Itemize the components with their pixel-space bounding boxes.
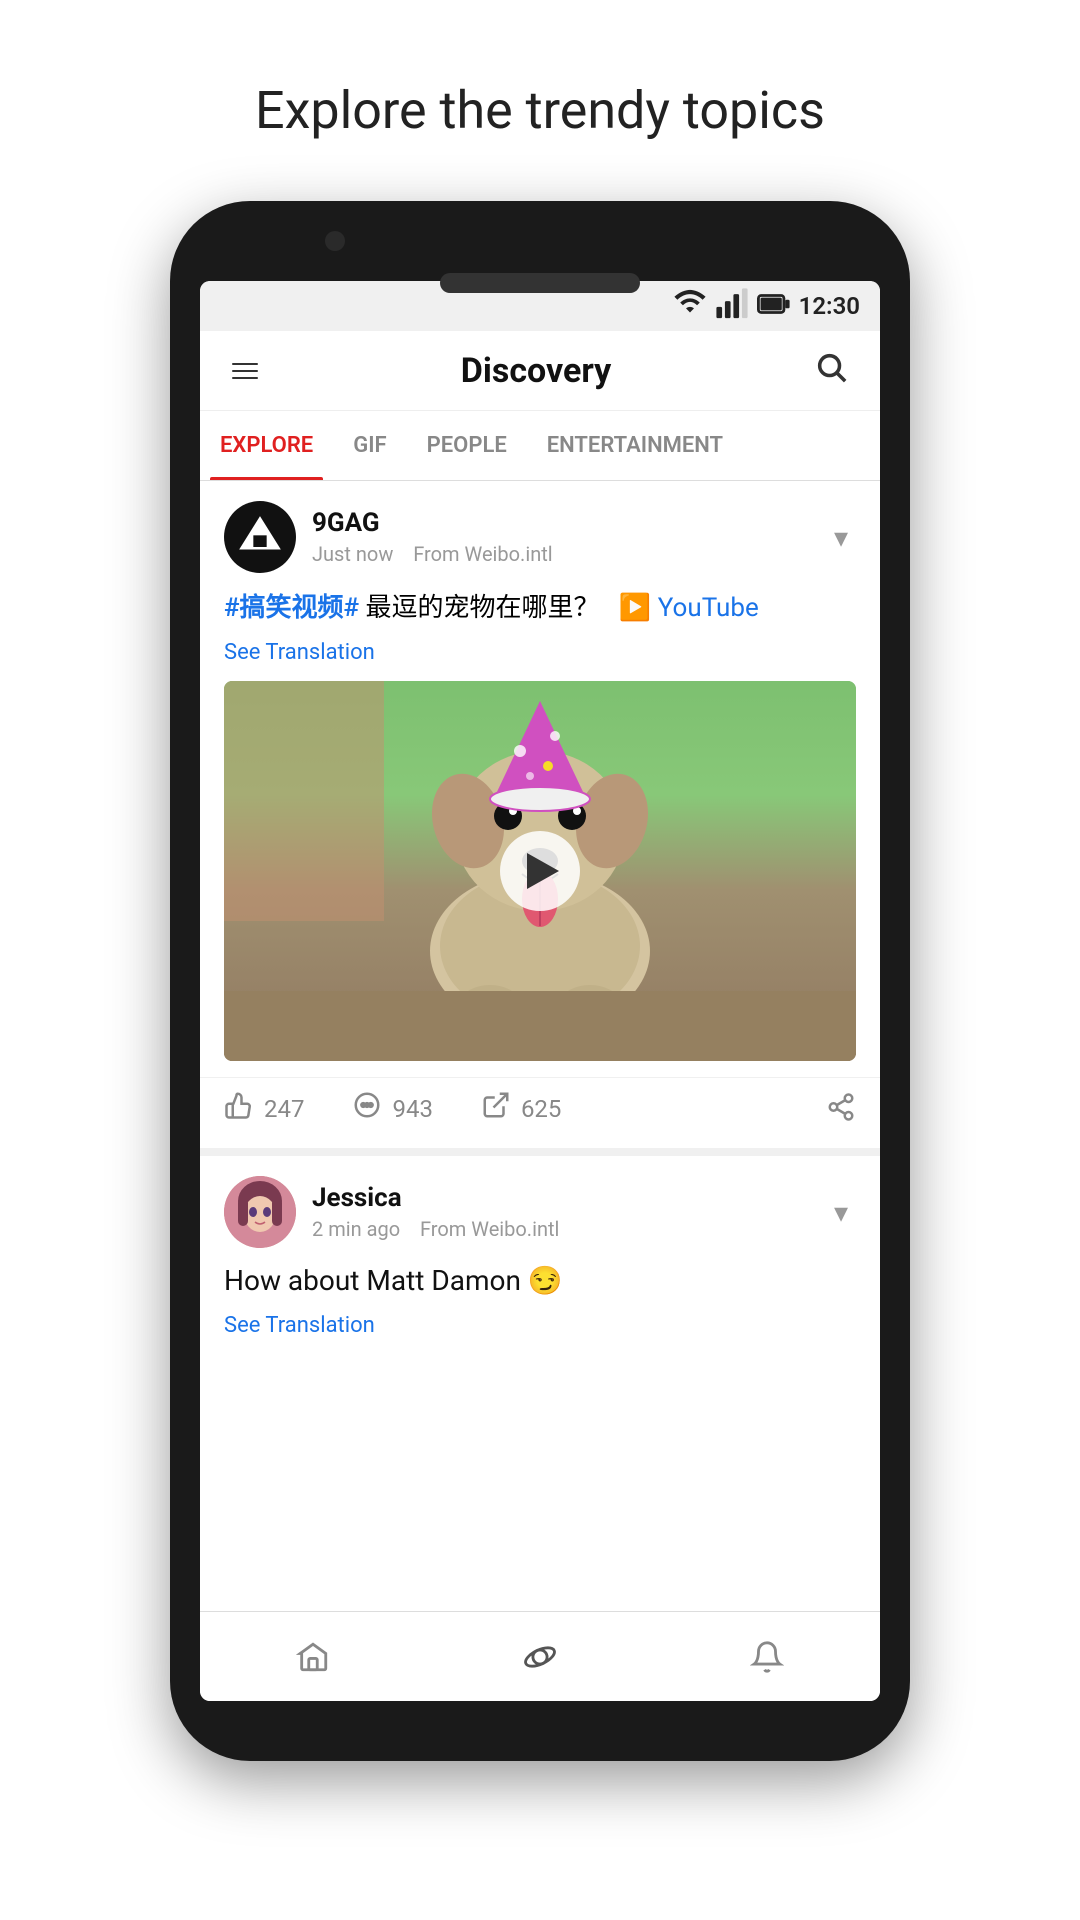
nav-discover[interactable] bbox=[493, 1630, 587, 1684]
like-icon bbox=[224, 1090, 254, 1128]
tab-bar: EXPLORE GIF PEOPLE ENTERTAINMENT bbox=[200, 411, 880, 481]
username-jessica: Jessica bbox=[312, 1183, 826, 1213]
post-source-jessica: From Weibo.intl bbox=[420, 1217, 559, 1241]
post-text-jessica: How about Matt Damon 😏 bbox=[200, 1264, 880, 1313]
phone-screen: 12:30 Discovery EXPLORE GIF PEOPLE E bbox=[200, 281, 880, 1701]
chevron-down-jessica[interactable]: ▾ bbox=[826, 1188, 856, 1237]
wifi-icon bbox=[673, 287, 707, 325]
status-time: 12:30 bbox=[799, 292, 860, 320]
planet-icon bbox=[523, 1640, 557, 1674]
menu-line-1 bbox=[232, 363, 258, 365]
post-text-9gag: #搞笑视频# 最逗的宠物在哪里？ ▶️ YouTube bbox=[200, 589, 880, 640]
comment-count: 943 bbox=[392, 1095, 432, 1123]
phone-speaker bbox=[440, 273, 640, 293]
post-source-9gag: From Weibo.intl bbox=[413, 542, 552, 566]
status-icons: 12:30 bbox=[673, 287, 860, 325]
repost-count: 625 bbox=[521, 1095, 561, 1123]
comment-action[interactable]: 943 bbox=[352, 1090, 432, 1128]
menu-line-3 bbox=[232, 377, 258, 379]
menu-line-2 bbox=[232, 370, 258, 372]
share-action[interactable] bbox=[826, 1092, 856, 1126]
tab-entertainment[interactable]: ENTERTAINMENT bbox=[527, 410, 743, 480]
see-translation-9gag[interactable]: See Translation bbox=[200, 640, 880, 681]
tab-explore[interactable]: EXPLORE bbox=[200, 410, 333, 480]
repost-icon bbox=[481, 1090, 511, 1128]
post-card-9gag: 9GAG Just now From Weibo.intl ▾ #搞笑视频# 最… bbox=[200, 481, 880, 1156]
see-translation-jessica[interactable]: See Translation bbox=[200, 1313, 880, 1354]
post-meta-9gag: Just now From Weibo.intl bbox=[312, 542, 826, 566]
header-title: Discovery bbox=[266, 351, 806, 391]
bell-icon bbox=[750, 1640, 784, 1674]
phone-frame: 12:30 Discovery EXPLORE GIF PEOPLE E bbox=[170, 201, 910, 1761]
post-time-9gag: Just now bbox=[312, 542, 393, 566]
nav-notifications[interactable] bbox=[720, 1630, 814, 1684]
ground bbox=[224, 991, 856, 1061]
avatar-9gag bbox=[224, 501, 296, 573]
menu-button[interactable] bbox=[224, 355, 266, 387]
post-time-jessica: 2 min ago bbox=[312, 1217, 400, 1241]
battery-icon bbox=[757, 287, 791, 325]
post-meta-jessica: 2 min ago From Weibo.intl bbox=[312, 1217, 826, 1241]
youtube-label: YouTube bbox=[658, 593, 759, 623]
app-header: Discovery bbox=[200, 331, 880, 411]
phone-camera bbox=[325, 231, 345, 251]
post-header-9gag: 9GAG Just now From Weibo.intl ▾ bbox=[200, 481, 880, 589]
home-icon bbox=[296, 1640, 330, 1674]
repost-action[interactable]: 625 bbox=[481, 1090, 561, 1128]
bottom-nav bbox=[200, 1611, 880, 1701]
video-thumbnail[interactable] bbox=[224, 681, 856, 1061]
page-title: Explore the trendy topics bbox=[255, 80, 825, 141]
youtube-link[interactable]: ▶️ YouTube bbox=[619, 593, 759, 623]
tab-people[interactable]: PEOPLE bbox=[407, 410, 527, 480]
youtube-icon: ▶️ bbox=[619, 593, 651, 623]
nav-home[interactable] bbox=[266, 1630, 360, 1684]
post-actions-9gag: 247 943 bbox=[200, 1077, 880, 1148]
tab-gif[interactable]: GIF bbox=[333, 410, 406, 480]
post-header-jessica: Jessica 2 min ago From Weibo.intl ▾ bbox=[200, 1156, 880, 1264]
avatar-jessica bbox=[224, 1176, 296, 1248]
signal-icon bbox=[715, 287, 749, 325]
search-button[interactable] bbox=[806, 342, 856, 400]
hashtag-9gag[interactable]: #搞笑视频# bbox=[224, 593, 359, 623]
like-action[interactable]: 247 bbox=[224, 1090, 304, 1128]
like-count: 247 bbox=[264, 1095, 304, 1123]
comment-icon bbox=[352, 1090, 382, 1128]
play-button[interactable] bbox=[500, 831, 580, 911]
post-body-9gag: 最逗的宠物在哪里？ bbox=[366, 593, 600, 623]
feed: 9GAG Just now From Weibo.intl ▾ #搞笑视频# 最… bbox=[200, 481, 880, 1611]
post-info-jessica: Jessica 2 min ago From Weibo.intl bbox=[312, 1183, 826, 1241]
post-info-9gag: 9GAG Just now From Weibo.intl bbox=[312, 508, 826, 566]
brick-wall bbox=[224, 681, 384, 921]
post-card-jessica: Jessica 2 min ago From Weibo.intl ▾ How … bbox=[200, 1156, 880, 1364]
play-triangle-icon bbox=[527, 853, 559, 889]
username-9gag: 9GAG bbox=[312, 508, 826, 538]
chevron-down-9gag[interactable]: ▾ bbox=[826, 513, 856, 562]
